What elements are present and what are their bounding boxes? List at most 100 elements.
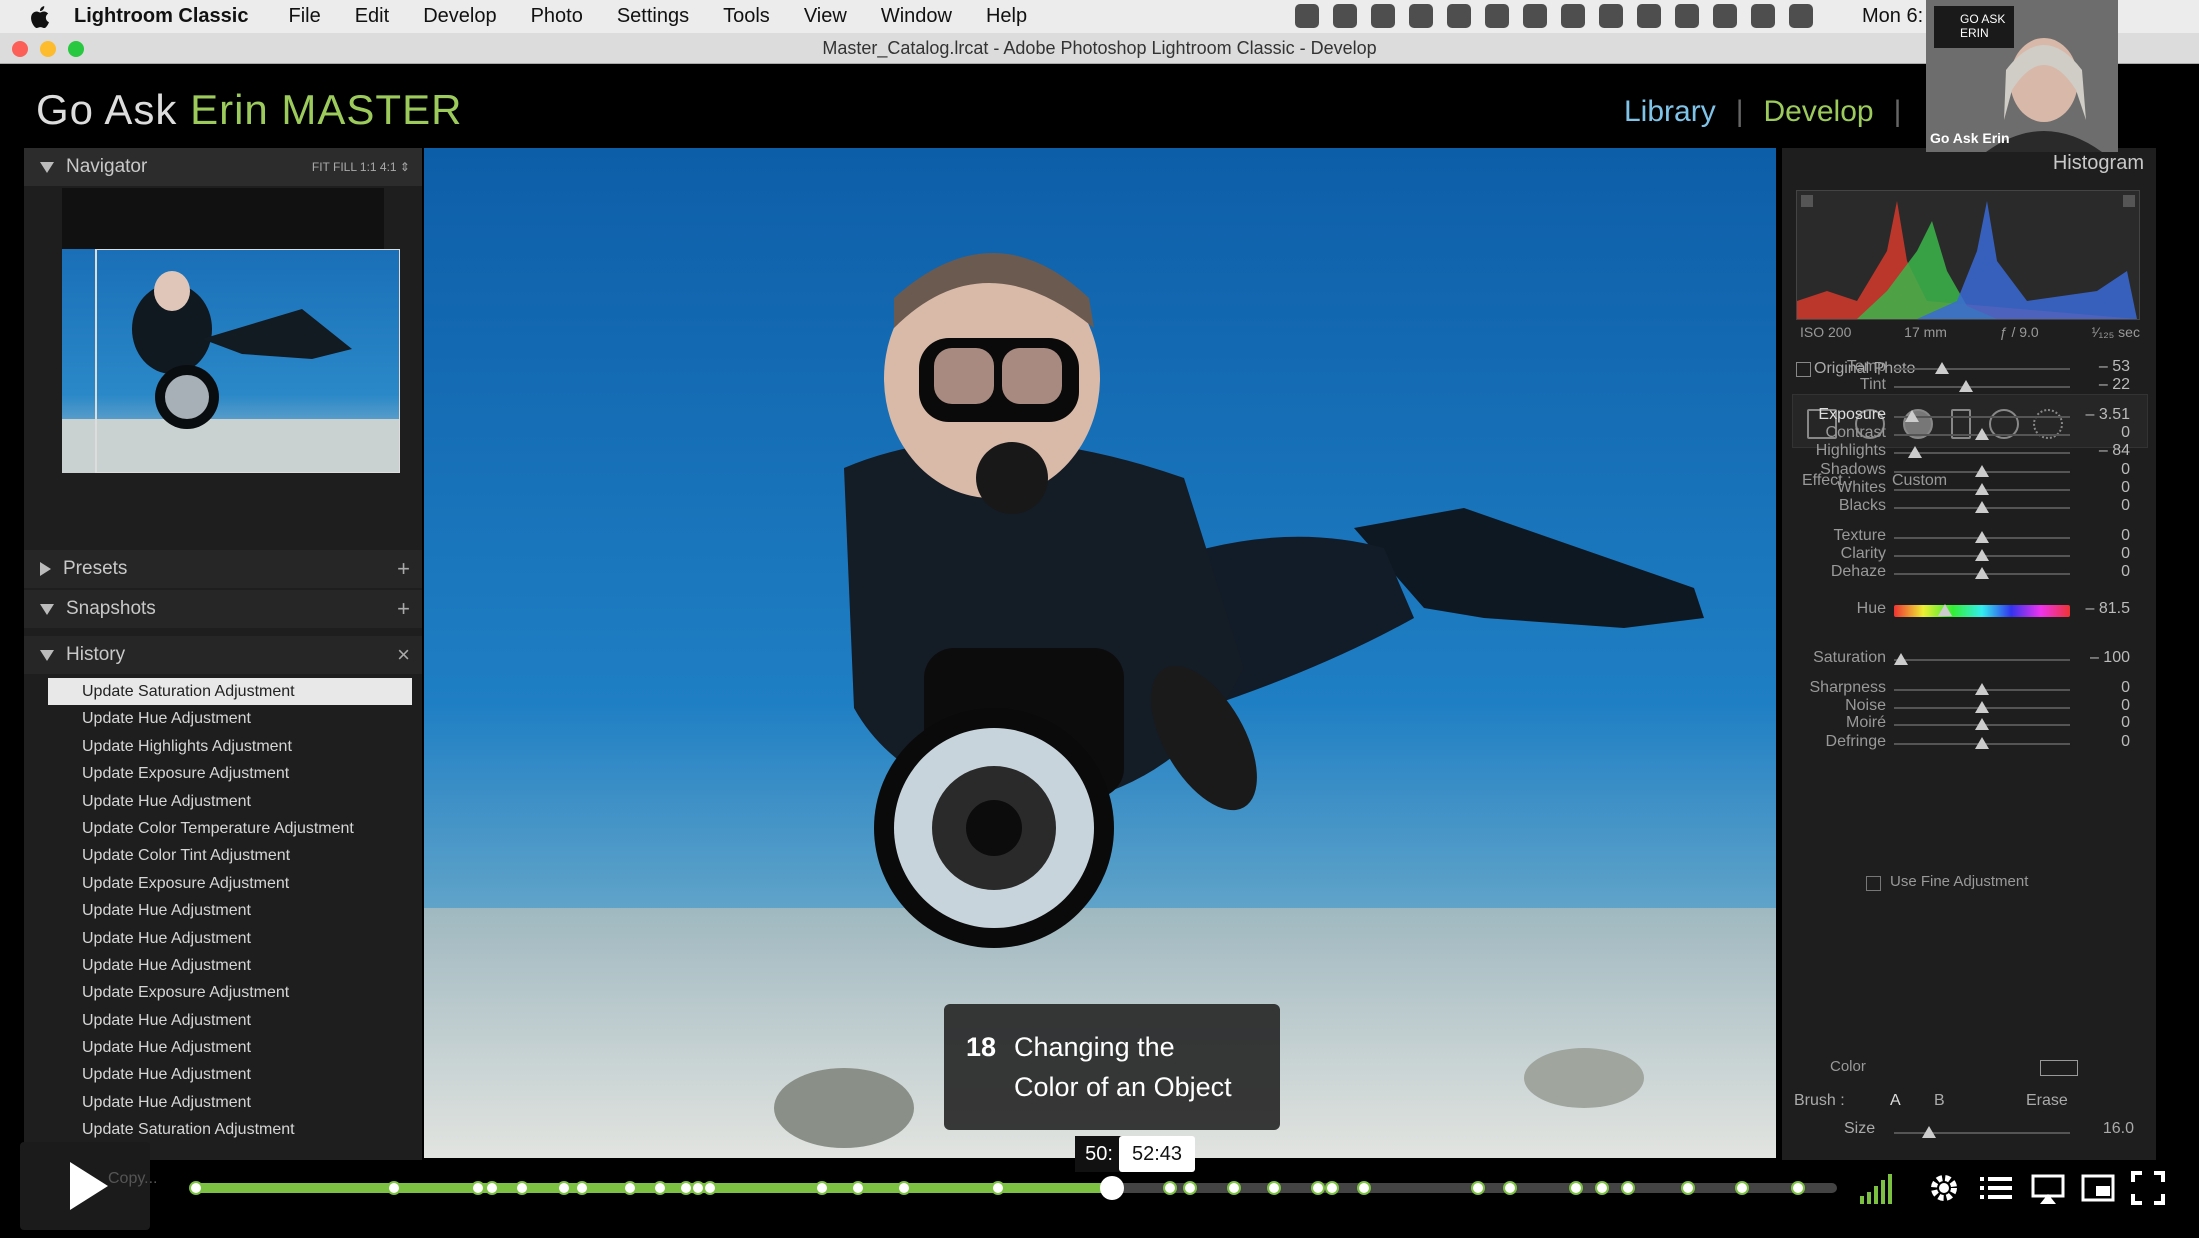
volume-icon[interactable]	[1789, 4, 1813, 28]
brush-erase-button[interactable]: Erase	[2026, 1092, 2068, 1110]
slider-track[interactable]	[1894, 386, 2070, 388]
volume-bars-icon[interactable]	[1858, 1170, 1894, 1206]
history-item[interactable]: Update Hue Adjustment	[48, 952, 412, 979]
slider-knob[interactable]	[1959, 380, 1974, 392]
dropbox-icon[interactable]	[1295, 4, 1319, 28]
app-menu[interactable]: Lightroom Classic	[74, 5, 248, 28]
chapter-marker[interactable]	[515, 1181, 529, 1195]
history-header[interactable]: History ×	[24, 636, 422, 674]
slider-knob[interactable]	[1975, 718, 1989, 730]
airplay-icon[interactable]	[1713, 4, 1737, 28]
history-item[interactable]: Update Hue Adjustment	[48, 925, 412, 952]
chapter-marker[interactable]	[991, 1181, 1005, 1195]
menu-develop[interactable]: Develop	[423, 5, 496, 28]
histogram-title[interactable]: Histogram	[2053, 152, 2144, 175]
slider-knob[interactable]	[1894, 653, 1909, 665]
chapter-marker[interactable]	[897, 1181, 911, 1195]
camera-icon[interactable]	[1561, 4, 1585, 28]
chapter-marker[interactable]	[1311, 1181, 1325, 1195]
scrubber-handle[interactable]	[1100, 1176, 1125, 1200]
brush-b-button[interactable]: B	[1934, 1092, 1945, 1110]
menu-edit[interactable]: Edit	[355, 5, 389, 28]
history-item[interactable]: Update Exposure Adjustment	[48, 760, 412, 787]
chapter-marker[interactable]	[1791, 1181, 1805, 1195]
screen-icon[interactable]	[1371, 4, 1395, 28]
history-item[interactable]: Update Hue Adjustment	[48, 705, 412, 732]
fullscreen-icon[interactable]	[2130, 1170, 2166, 1206]
menu-settings[interactable]: Settings	[617, 5, 689, 28]
navigator-zoom[interactable]: FIT FILL 1:1 4:1 ⇕	[312, 160, 410, 174]
module-library[interactable]: Library	[1624, 95, 1716, 129]
chapter-marker[interactable]	[1735, 1181, 1749, 1195]
histogram-graph[interactable]	[1796, 190, 2140, 320]
menubar-clock[interactable]: Mon 6:	[1862, 5, 1923, 28]
module-develop[interactable]: Develop	[1764, 95, 1874, 129]
history-item[interactable]: Update Hue Adjustment	[48, 1007, 412, 1034]
menu-tools[interactable]: Tools	[723, 5, 770, 28]
chapter-marker[interactable]	[653, 1181, 667, 1195]
chapter-marker[interactable]	[703, 1181, 717, 1195]
slider-track[interactable]	[1894, 368, 2070, 370]
slider-knob[interactable]	[1934, 362, 1949, 374]
chapter-marker[interactable]	[1227, 1181, 1241, 1195]
slider-knob[interactable]	[1975, 428, 1989, 440]
settings-gear-icon[interactable]	[1926, 1170, 1962, 1206]
chapter-marker[interactable]	[1503, 1181, 1517, 1195]
chapter-marker[interactable]	[1357, 1181, 1371, 1195]
presets-header[interactable]: Presets +	[24, 550, 422, 588]
hue-spectrum-track[interactable]	[1894, 605, 2070, 617]
chapter-marker[interactable]	[1267, 1181, 1281, 1195]
slider-knob[interactable]	[1908, 446, 1923, 458]
chapter-marker[interactable]	[387, 1181, 401, 1195]
slider-knob[interactable]	[1975, 737, 1989, 749]
airplay-icon[interactable]	[2030, 1170, 2066, 1206]
fine-adjustment-checkbox[interactable]	[1866, 876, 1881, 891]
chapter-marker[interactable]	[815, 1181, 829, 1195]
apple-icon[interactable]	[28, 4, 54, 30]
chapter-marker[interactable]	[1163, 1181, 1177, 1195]
slider-knob[interactable]	[1975, 567, 1989, 579]
color-swatch[interactable]	[2040, 1060, 2078, 1076]
move-icon[interactable]	[1675, 4, 1699, 28]
chapter-marker[interactable]	[1595, 1181, 1609, 1195]
slider-knob[interactable]	[1904, 410, 1919, 422]
slider-track[interactable]	[1894, 416, 2070, 418]
history-item[interactable]: Update Saturation Adjustment	[48, 678, 412, 706]
dropbox-box-icon[interactable]	[1523, 4, 1547, 28]
chapter-marker[interactable]	[1183, 1181, 1197, 1195]
chapter-marker[interactable]	[851, 1181, 865, 1195]
history-item[interactable]: Update Hue Adjustment	[48, 897, 412, 924]
size-track[interactable]	[1894, 1132, 2070, 1134]
slider-knob[interactable]	[1975, 483, 1989, 495]
speedometer-icon[interactable]	[1333, 4, 1357, 28]
close-window-icon[interactable]	[12, 41, 28, 57]
add-preset-button[interactable]: +	[397, 556, 410, 582]
arrow-icon[interactable]	[1599, 4, 1623, 28]
slider-knob[interactable]	[1938, 604, 1953, 616]
history-item[interactable]: Update Hue Adjustment	[48, 788, 412, 815]
slider-track[interactable]	[1894, 659, 2070, 661]
snapshots-header[interactable]: Snapshots +	[24, 590, 422, 628]
history-item[interactable]: Update Color Tint Adjustment	[48, 842, 412, 869]
app-m-icon[interactable]	[1485, 4, 1509, 28]
chapter-marker[interactable]	[623, 1181, 637, 1195]
zoom-window-icon[interactable]	[68, 41, 84, 57]
clear-history-button[interactable]: ×	[397, 642, 410, 668]
chapter-marker[interactable]	[1621, 1181, 1635, 1195]
history-item[interactable]: Update Exposure Adjustment	[48, 870, 412, 897]
minimize-window-icon[interactable]	[40, 41, 56, 57]
chapter-marker[interactable]	[189, 1181, 203, 1195]
picture-in-picture-icon[interactable]	[2080, 1170, 2116, 1206]
slider-knob[interactable]	[1975, 683, 1989, 695]
slider-knob[interactable]	[1975, 465, 1989, 477]
creative-cloud-icon[interactable]	[1409, 4, 1433, 28]
chapter-marker[interactable]	[471, 1181, 485, 1195]
menu-file[interactable]: File	[288, 5, 320, 28]
record-icon[interactable]	[1637, 4, 1661, 28]
chapter-marker[interactable]	[1325, 1181, 1339, 1195]
play-button[interactable]: Copy...	[20, 1142, 158, 1230]
menu-help[interactable]: Help	[986, 5, 1027, 28]
history-item[interactable]: Update Hue Adjustment	[48, 1034, 412, 1061]
chapter-marker[interactable]	[1681, 1181, 1695, 1195]
chapters-list-icon[interactable]	[1978, 1170, 2014, 1206]
